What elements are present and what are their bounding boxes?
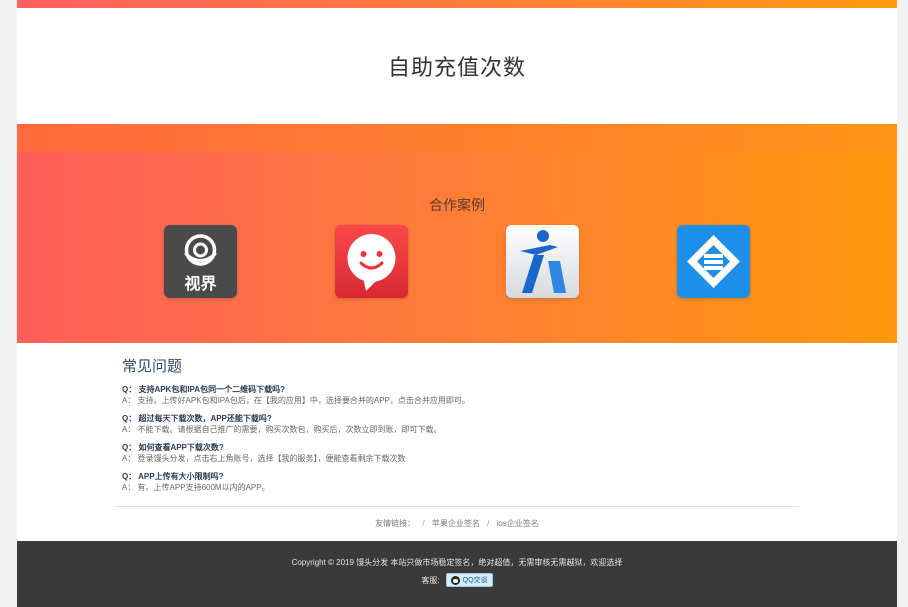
faq-question: Q： 如何查看APP下载次数? xyxy=(122,443,224,452)
link-ios-enterprise-signing[interactable]: ios企业签名 xyxy=(497,519,539,528)
qq-chat-label: QQ交谈 xyxy=(462,577,488,584)
top-gradient-strip xyxy=(17,0,897,8)
blue-cube-app-icon[interactable] xyxy=(677,225,750,298)
qq-icon xyxy=(450,575,460,585)
faq-answer: A： 登录馒头分发，点击右上角账号，选择【我的服务】，便能查看剩余下载次数 xyxy=(122,454,406,463)
cases-title: 合作案例 xyxy=(429,197,485,213)
page: 自助充值次数 合作案例 视界 常见问题 Q： 支持APK包和IPA包同一个二维码… xyxy=(17,0,897,607)
service-label: 客服: xyxy=(421,575,440,585)
faq-item: Q： 超过每天下载次数，APP还能下载吗? A： 不能下载。请根据自己推广的需要… xyxy=(122,414,802,435)
footer: Copyright © 2019 馒头分发 本站只做市场稳定签名，绝对超值，无需… xyxy=(17,541,897,607)
link-separator: / xyxy=(422,519,425,528)
title-area: 自助充值次数 xyxy=(17,8,897,124)
faq-item: Q： APP上传有大小限制吗? A： 有。上传APP支持600M以内的APP。 xyxy=(122,472,802,493)
blue-k-app-icon[interactable] xyxy=(506,225,579,298)
faq-answer: A： 不能下载。请根据自己推广的需要，购买次数包，购买后，次数立即到账，即可下载… xyxy=(122,425,442,434)
cases-section: 合作案例 视界 xyxy=(17,152,897,343)
link-apple-enterprise-signing[interactable]: 苹果企业签名 xyxy=(432,519,480,528)
faq-answer: A： 有。上传APP支持600M以内的APP。 xyxy=(122,483,270,492)
footer-service-row: 客服: QQ交谈 xyxy=(17,573,897,587)
friend-links-label: 友情链接： xyxy=(375,519,416,528)
smiley-chat-app-icon[interactable] xyxy=(335,225,408,298)
friend-links: 友情链接： / 苹果企业签名 / ios企业签名 xyxy=(17,518,897,529)
faq-answer: A： 支持。上传好APK包和IPA包后，在【我的应用】中，选择要合并的APP，点… xyxy=(122,396,470,405)
faq-item: Q： 如何查看APP下载次数? A： 登录馒头分发，点击右上角账号，选择【我的服… xyxy=(122,443,802,464)
orange-band xyxy=(17,124,897,152)
faq-question: Q： 支持APK包和IPA包同一个二维码下载吗? xyxy=(122,385,285,394)
footer-copyright: Copyright © 2019 馒头分发 本站只做市场稳定签名，绝对超值，无需… xyxy=(291,558,623,567)
faq-item: Q： 支持APK包和IPA包同一个二维码下载吗? A： 支持。上传好APK包和I… xyxy=(122,385,802,406)
shijie-app-icon[interactable]: 视界 xyxy=(164,225,237,298)
shijie-app-label: 视界 xyxy=(184,274,216,293)
divider xyxy=(114,506,799,507)
page-title: 自助充值次数 xyxy=(387,55,526,80)
faq-section: 常见问题 Q： 支持APK包和IPA包同一个二维码下载吗? A： 支持。上传好A… xyxy=(122,355,802,501)
faq-question: Q： APP上传有大小限制吗? xyxy=(122,472,224,481)
faq-heading: 常见问题 xyxy=(122,358,183,375)
link-separator: / xyxy=(487,519,490,528)
qq-chat-button[interactable]: QQ交谈 xyxy=(445,573,493,587)
faq-question: Q： 超过每天下载次数，APP还能下载吗? xyxy=(122,414,272,423)
